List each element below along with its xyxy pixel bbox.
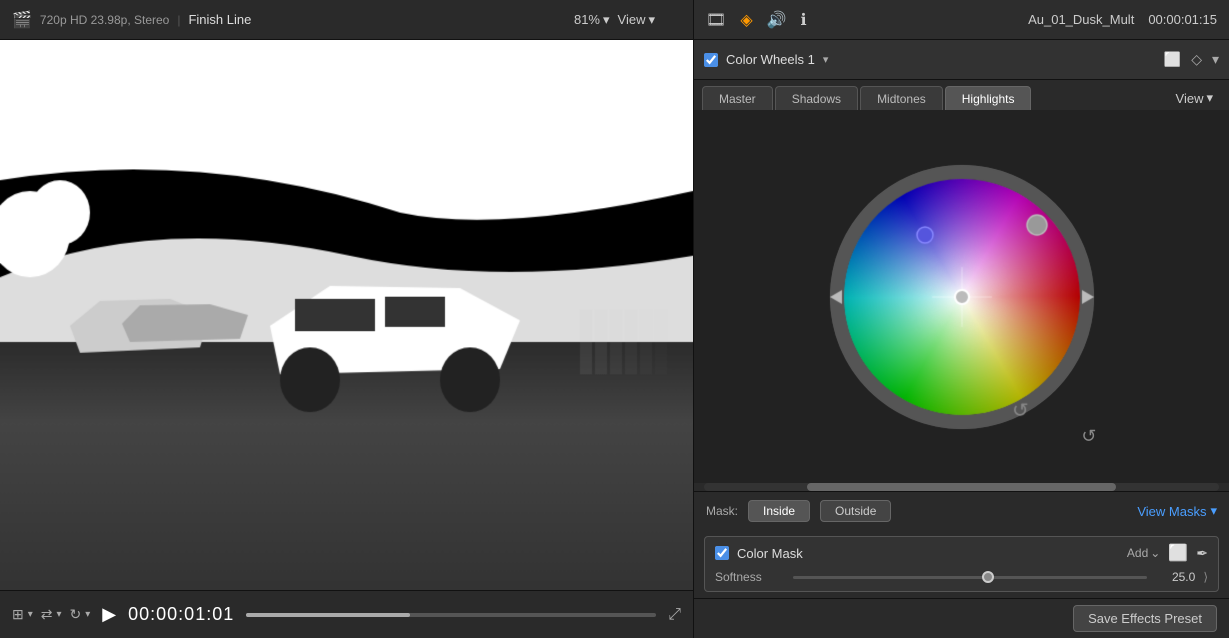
rectangle-mask-button[interactable]: ⬜ <box>1168 543 1188 563</box>
layout-chevron-icon: ▾ <box>28 609 33 620</box>
right-top-icons: 🎞 ◈ 🔊 ℹ Au_01_Dusk_Mult 00:00:01:15 <box>694 0 1229 40</box>
audio-button[interactable]: 🔊 <box>767 10 787 30</box>
eyedropper-button[interactable]: ✒ <box>1196 545 1208 562</box>
color-mask-row: Color Mask Add ⌄ ⬜ ✒ <box>715 543 1208 563</box>
color-mask-label: Color Mask <box>737 546 1119 561</box>
view-chevron-icon: ▾ <box>648 12 655 28</box>
mask-section: Mask: Inside Outside View Masks ▾ <box>694 491 1229 530</box>
progress-bar[interactable] <box>246 613 656 617</box>
tab-shadows[interactable]: Shadows <box>775 86 858 110</box>
speed-button[interactable]: ↻ ▾ <box>70 606 91 623</box>
color-wheels-chevron-icon: ▾ <box>823 53 829 66</box>
mask-label: Mask: <box>706 504 738 518</box>
color-wheel-icon: ◈ <box>740 12 752 29</box>
color-wheels-checkbox[interactable] <box>704 53 718 67</box>
color-tabs: Master Shadows Midtones Highlights View … <box>694 80 1229 110</box>
rectangle-icon: ⬜ <box>1168 543 1188 563</box>
trim-chevron-icon: ▾ <box>57 609 62 620</box>
color-wheel-canvas[interactable] <box>822 157 1102 437</box>
zoom-chevron-icon: ▾ <box>603 12 610 28</box>
softness-row: Softness 25.0 ⟩ <box>715 569 1208 585</box>
color-wheels-label: Color Wheels 1 <box>726 52 815 67</box>
eyedropper-icon: ✒ <box>1196 545 1208 562</box>
info-button[interactable]: ℹ <box>801 10 807 30</box>
add-button[interactable]: Add ⌄ <box>1127 546 1160 560</box>
softness-slider[interactable] <box>793 569 1147 585</box>
film-strip-button[interactable]: 🎞 <box>706 10 726 30</box>
wheel-scrollbar-thumb <box>807 483 1116 491</box>
color-wheel-button[interactable]: ◈ <box>740 10 752 30</box>
trim-button[interactable]: ⇄ ▾ <box>41 606 62 623</box>
softness-thumb <box>982 571 994 583</box>
inside-button[interactable]: Inside <box>748 500 810 522</box>
expand-icon: ⤢ <box>668 606 681 623</box>
tab-midtones[interactable]: Midtones <box>860 86 943 110</box>
panel-layout-icon: ⬜ <box>1164 51 1181 67</box>
audio-icon: 🔊 <box>767 12 787 29</box>
view-tab-chevron-icon: ▾ <box>1206 90 1213 106</box>
progress-fill <box>246 613 410 617</box>
color-mask-checkbox[interactable] <box>715 546 729 560</box>
panel-diamond-icon: ◇ <box>1191 51 1202 67</box>
play-button[interactable]: ▶ <box>102 604 116 625</box>
tab-highlights[interactable]: Highlights <box>945 86 1032 110</box>
softness-expand-icon: ⟩ <box>1203 570 1208 584</box>
trim-icon: ⇄ <box>41 606 53 623</box>
view-button[interactable]: View ▾ <box>618 12 655 28</box>
speed-icon: ↻ <box>70 606 82 623</box>
view-masks-button[interactable]: View Masks ▾ <box>1137 503 1217 519</box>
info-icon: ℹ <box>801 12 807 29</box>
softness-label: Softness <box>715 570 785 584</box>
project-divider: | <box>177 13 180 27</box>
outside-button[interactable]: Outside <box>820 500 891 522</box>
panel-more-button[interactable]: ▾ <box>1212 51 1219 68</box>
color-wheels-bar: Color Wheels 1 ▾ ⬜ ◇ ▾ <box>694 40 1229 80</box>
right-timecode: 00:00:01:15 <box>1148 12 1217 27</box>
color-bottom-bar: Save Effects Preset <box>694 598 1229 638</box>
softness-expand-button[interactable]: ⟩ <box>1203 570 1208 584</box>
film-icon: 🎬 <box>12 10 32 30</box>
layout-icon: ⊞ <box>12 606 24 623</box>
panel-layout-button[interactable]: ⬜ <box>1164 51 1181 68</box>
wheel-scrollbar[interactable] <box>704 483 1219 491</box>
video-canvas <box>0 40 693 590</box>
clip-info: 720p HD 23.98p, Stereo <box>40 13 169 27</box>
clip-name: Au_01_Dusk_Mult <box>1028 12 1134 27</box>
add-chevron-icon: ⌄ <box>1150 546 1160 560</box>
color-wheel-wrapper[interactable]: ↺ <box>822 157 1102 437</box>
save-preset-button[interactable]: Save Effects Preset <box>1073 605 1217 632</box>
layout-button[interactable]: ⊞ ▾ <box>12 606 33 623</box>
zoom-level: 81% <box>574 12 600 27</box>
panel-diamond-button[interactable]: ◇ <box>1191 51 1202 68</box>
softness-value: 25.0 <box>1155 570 1195 584</box>
zoom-button[interactable]: 81% ▾ <box>574 12 610 28</box>
panel-chevron-icon: ▾ <box>1212 51 1219 67</box>
color-mask-section: Color Mask Add ⌄ ⬜ ✒ Softness 25.0 <box>704 536 1219 592</box>
speed-chevron-icon: ▾ <box>85 609 90 620</box>
film-strip-icon: 🎞 <box>706 12 726 29</box>
undo-button[interactable]: ↺ <box>1081 426 1096 447</box>
softness-track <box>793 576 1147 579</box>
color-wheel-area[interactable]: ↺ <box>694 110 1229 483</box>
project-name: Finish Line <box>188 12 251 27</box>
view-tab-button[interactable]: View ▾ <box>1168 86 1221 110</box>
undo-icon: ↺ <box>1081 426 1096 446</box>
view-masks-chevron-icon: ▾ <box>1210 503 1217 519</box>
playback-timecode: 00:00:01:01 <box>128 604 234 625</box>
expand-button[interactable]: ⤢ <box>668 606 681 624</box>
tab-master[interactable]: Master <box>702 86 773 110</box>
play-icon: ▶ <box>102 604 116 624</box>
